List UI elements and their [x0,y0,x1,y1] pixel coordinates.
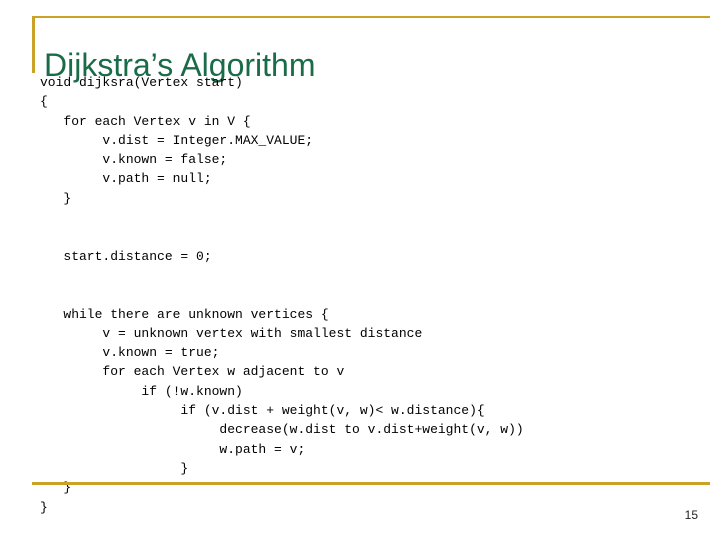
code-line: v.dist = Integer.MAX_VALUE; [40,132,314,148]
code-line: v.known = true; [40,345,220,361]
code-line: } [40,499,48,515]
code-block: void dijksra(Vertex start) { for each Ver… [40,73,716,517]
code-line: void dijksra(Vertex start) [40,75,243,90]
code-line: v = unknown vertex with smallest distanc… [40,325,423,341]
footer-rule [32,482,710,485]
code-line: if (!w.known) [40,383,243,399]
code-line: w.path = v; [40,441,306,457]
code-line: decrease(w.dist to v.dist+weight(v, w)) [40,422,524,438]
code-line: start.distance = 0; [40,248,212,264]
page-number: 15 [684,508,698,522]
code-line: v.known = false; [40,152,228,168]
code-line: for each Vertex v in V { [40,113,251,129]
code-line: for each Vertex w adjacent to v [40,364,345,380]
code-line: while there are unknown vertices { [40,306,329,322]
title-top-rule [32,16,710,18]
slide: Dijkstra’s Algorithm void dijksra(Vertex… [0,0,720,540]
code-line: { [40,94,48,110]
code-line: v.path = null; [40,171,212,187]
code-line: if (v.dist + weight(v, w)< w.distance){ [40,403,485,419]
title-left-accent-bar [32,16,35,73]
code-line: } [40,460,189,476]
code-line: } [40,190,72,206]
